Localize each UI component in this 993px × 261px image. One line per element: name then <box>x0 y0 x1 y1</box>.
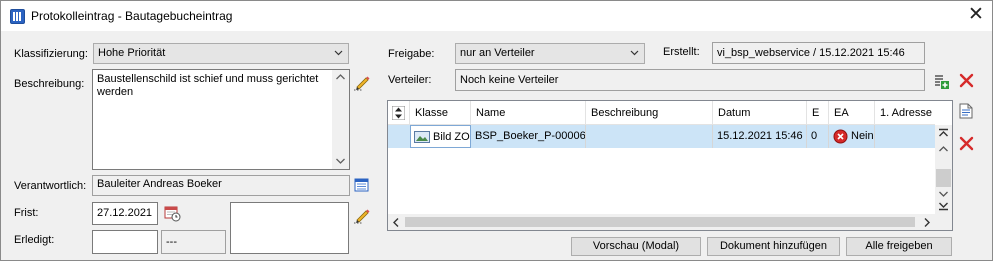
freigabe-value: nur an Verteiler <box>460 47 535 59</box>
chevron-down-icon <box>630 50 639 56</box>
column-header-datum[interactable]: Datum <box>713 101 807 125</box>
cell-klasse[interactable]: Bild ZO <box>410 125 471 148</box>
erledigt-status-field: --- <box>161 230 226 254</box>
scroll-left-icon[interactable] <box>392 217 400 228</box>
add-list-icon[interactable] <box>934 73 950 89</box>
release-all-button[interactable]: Alle freigeben <box>846 237 952 256</box>
window-title: Protokolleintrag - Bautagebucheintrag <box>31 9 233 23</box>
cell-adresse <box>875 125 935 148</box>
document-properties-icon[interactable] <box>959 103 973 119</box>
title-bar: Protokolleintrag - Bautagebucheintrag ✕ <box>1 1 992 31</box>
preview-button[interactable]: Vorschau (Modal) <box>571 237 701 256</box>
column-header-klasse[interactable]: Klasse <box>410 101 471 125</box>
klassifizierung-label: Klassifizierung: <box>14 48 88 60</box>
erstellt-value: vi_bsp_webservice / 15.12.2021 15:46 <box>717 47 905 59</box>
address-book-icon[interactable] <box>354 178 369 192</box>
calendar-clock-icon[interactable] <box>164 205 181 222</box>
cell-beschreibung <box>586 125 713 148</box>
erstellt-field: vi_bsp_webservice / 15.12.2021 15:46 <box>712 42 925 64</box>
column-toggle[interactable] <box>388 101 410 125</box>
verteiler-value: Noch keine Verteiler <box>460 74 559 86</box>
edit-pencil-icon[interactable] <box>353 206 371 224</box>
error-circle-icon <box>833 129 848 144</box>
freigabe-label: Freigabe: <box>388 48 435 60</box>
column-header-e[interactable]: E <box>807 101 829 125</box>
scroll-bottom-icon[interactable] <box>938 202 949 211</box>
add-document-button[interactable]: Dokument hinzufügen <box>707 237 840 256</box>
scroll-top-icon[interactable] <box>938 128 949 137</box>
erledigt-date-field[interactable] <box>92 230 158 254</box>
erledigt-label: Erledigt: <box>14 234 55 246</box>
verantwortlich-field[interactable]: Bauleiter Andreas Boeker <box>92 175 350 196</box>
verteiler-field: Noch keine Verteiler <box>455 69 925 91</box>
delete-x-icon[interactable] <box>959 136 974 151</box>
chevron-down-icon <box>334 50 343 56</box>
verteiler-label: Verteiler: <box>388 74 432 86</box>
scroll-thumb[interactable] <box>936 169 951 187</box>
cell-ea: Nein <box>829 125 875 148</box>
cell-datum: 15.12.2021 15:46 <box>713 125 807 148</box>
beschreibung-scrollbar[interactable] <box>332 70 349 169</box>
cell-e: 0 <box>807 125 829 148</box>
cell-name: BSP_Boeker_P-00006_ <box>471 125 586 148</box>
table-row[interactable]: Bild ZO BSP_Boeker_P-00006_ 15.12.2021 1… <box>388 125 935 148</box>
frist-label: Frist: <box>14 207 39 219</box>
scroll-right-icon[interactable] <box>923 217 931 228</box>
beschreibung-textarea[interactable]: Baustellenschild ist schief und muss ger… <box>92 69 350 170</box>
table-vertical-scrollbar[interactable] <box>935 125 952 214</box>
column-header-ea[interactable]: EA <box>829 101 875 125</box>
notes-box[interactable] <box>230 202 349 254</box>
delete-x-icon[interactable] <box>959 73 974 88</box>
column-header-beschreibung[interactable]: Beschreibung <box>586 101 713 125</box>
erledigt-status: --- <box>166 236 177 248</box>
image-file-icon <box>414 131 430 143</box>
beschreibung-label: Beschreibung: <box>14 78 85 90</box>
column-header-adresse[interactable]: 1. Adresse <box>875 101 935 125</box>
sort-arrows-icon[interactable] <box>392 106 405 120</box>
scroll-up-icon[interactable] <box>335 73 346 81</box>
scroll-up-icon[interactable] <box>938 145 949 153</box>
klassifizierung-select[interactable]: Hohe Priorität <box>93 43 349 64</box>
verantwortlich-value: Bauleiter Andreas Boeker <box>97 178 222 190</box>
app-icon <box>10 9 25 24</box>
frist-date-field[interactable]: 27.12.2021 <box>92 202 158 225</box>
freigabe-select[interactable]: nur an Verteiler <box>455 43 645 64</box>
scroll-thumb[interactable] <box>405 217 915 227</box>
cell-ea-text: Nein <box>851 130 874 142</box>
dialog-window: Protokolleintrag - Bautagebucheintrag ✕ … <box>0 0 993 261</box>
frist-value: 27.12.2021 <box>97 207 153 219</box>
cell-klasse-text: Bild ZO <box>433 131 470 143</box>
erstellt-label: Erstellt: <box>663 46 700 58</box>
documents-table[interactable]: Klasse Name Beschreibung Datum E EA 1. A… <box>387 100 953 231</box>
verantwortlich-label: Verantwortlich: <box>14 180 87 192</box>
close-button[interactable]: ✕ <box>963 3 989 27</box>
edit-pencil-icon[interactable] <box>353 73 371 91</box>
scroll-down-icon[interactable] <box>938 190 949 198</box>
scroll-down-icon[interactable] <box>335 157 346 165</box>
table-horizontal-scrollbar[interactable] <box>388 214 952 230</box>
beschreibung-text: Baustellenschild ist schief und muss ger… <box>97 73 319 98</box>
column-header-name[interactable]: Name <box>471 101 586 125</box>
klassifizierung-value: Hohe Priorität <box>98 47 166 59</box>
